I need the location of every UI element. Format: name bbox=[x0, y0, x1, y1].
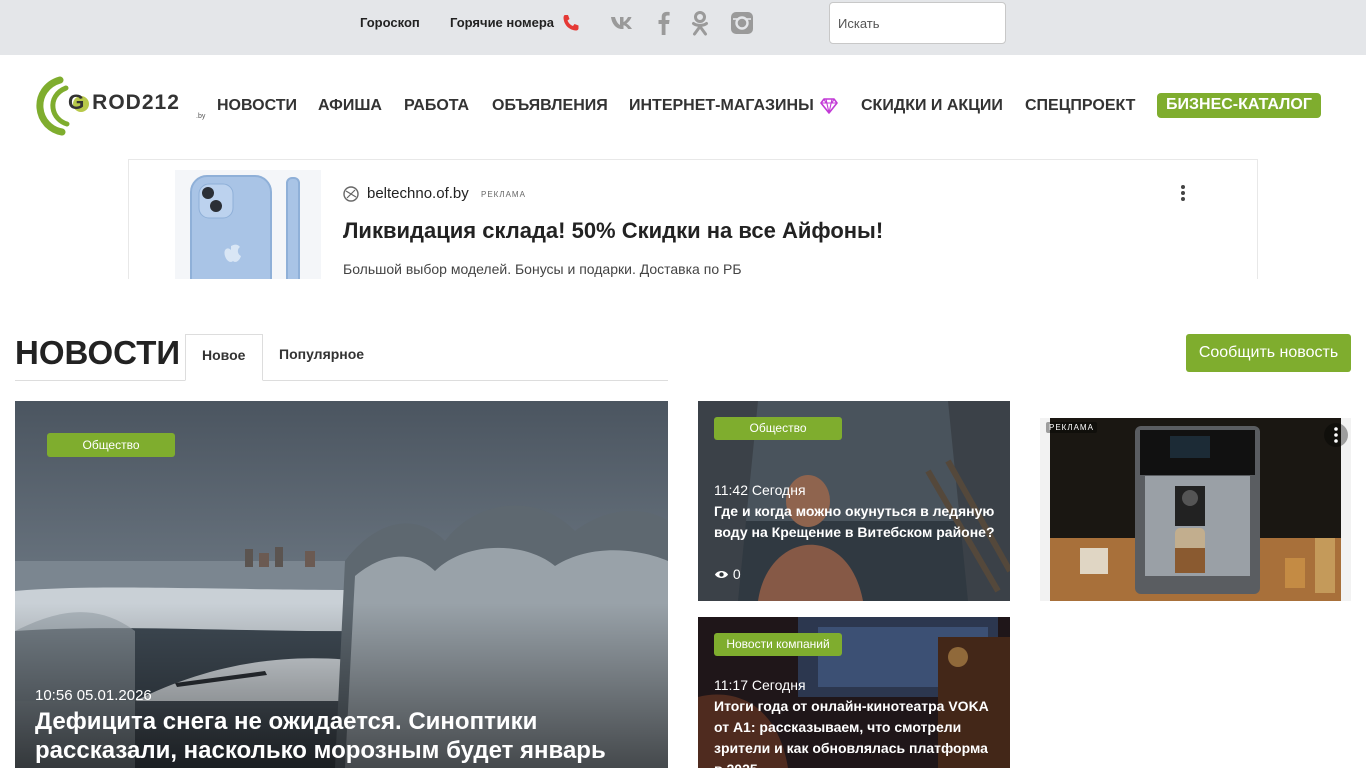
side-article-title[interactable]: Где и когда можно окунуться в ледяную во… bbox=[714, 501, 999, 543]
news-heading: НОВОСТИ bbox=[15, 334, 181, 371]
more-options-icon[interactable] bbox=[1324, 423, 1348, 447]
horoscope-link[interactable]: Гороскоп bbox=[360, 15, 420, 30]
eye-icon bbox=[714, 570, 729, 579]
search-input[interactable] bbox=[829, 2, 1006, 44]
main-article-time: 10:56 05.01.2026 bbox=[35, 687, 152, 704]
views-count: 0 bbox=[732, 566, 741, 582]
main-article-title[interactable]: Дефицита снега не ожидается. Синоптики р… bbox=[35, 707, 655, 765]
right-ad-label: РЕКЛАМА bbox=[1046, 422, 1097, 433]
side-article-time: 11:42 Сегодня bbox=[714, 482, 806, 498]
diamond-icon bbox=[820, 98, 838, 114]
main-article-category[interactable]: Общество bbox=[47, 433, 175, 457]
nav-ads[interactable]: ОБЪЯВЛЕНИЯ bbox=[492, 97, 608, 115]
ad-domain[interactable]: beltechno.of.by bbox=[367, 185, 469, 202]
ad-description: Большой выбор моделей. Бонусы и подарки.… bbox=[343, 261, 742, 277]
right-ad-image[interactable] bbox=[1040, 418, 1351, 601]
ad-label: РЕКЛАМА bbox=[481, 190, 526, 199]
logo-domain: .by bbox=[196, 113, 206, 120]
side-article-card[interactable]: Общество 11:42 Сегодня Где и когда можно… bbox=[698, 401, 1010, 601]
instagram-icon[interactable] bbox=[728, 9, 756, 37]
main-article-card[interactable]: Общество 10:56 05.01.2026 Дефицита снега… bbox=[15, 401, 668, 768]
nav-online-shops[interactable]: ИНТЕРНЕТ-МАГАЗИНЫ bbox=[629, 97, 814, 115]
vk-icon[interactable] bbox=[608, 9, 636, 37]
nav-special-project[interactable]: СПЕЦПРОЕКТ bbox=[1025, 97, 1135, 115]
side-article-category[interactable]: Новости компаний bbox=[714, 633, 842, 656]
side-article-card[interactable]: Новости компаний 11:17 Сегодня Итоги год… bbox=[698, 617, 1010, 768]
nav-afisha[interactable]: АФИША bbox=[318, 97, 382, 115]
side-article-time: 11:17 Сегодня bbox=[714, 677, 806, 693]
ad-product-image[interactable] bbox=[175, 170, 321, 279]
report-news-button[interactable]: Сообщить новость bbox=[1186, 334, 1351, 372]
nav-work[interactable]: РАБОТА bbox=[404, 97, 469, 115]
ad-banner[interactable]: beltechno.of.by РЕКЛАМА Ликвидация склад… bbox=[128, 159, 1258, 279]
facebook-icon[interactable] bbox=[650, 9, 678, 37]
views-counter: 0 bbox=[714, 566, 741, 582]
phone-icon[interactable] bbox=[561, 13, 581, 33]
tab-popular[interactable]: Популярное bbox=[263, 334, 380, 381]
hot-numbers-link[interactable]: Горячие номера bbox=[450, 15, 554, 30]
nav-news[interactable]: НОВОСТИ bbox=[217, 97, 297, 115]
right-ad[interactable]: РЕКЛАМА bbox=[1040, 418, 1351, 601]
top-bar bbox=[0, 0, 1366, 55]
tab-new[interactable]: Новое bbox=[185, 334, 263, 381]
nav-discounts[interactable]: СКИДКИ И АКЦИИ bbox=[861, 97, 1003, 115]
more-options-icon[interactable] bbox=[1175, 182, 1191, 204]
odnoklassniki-icon[interactable] bbox=[686, 9, 714, 37]
logo-text: G ROD212 bbox=[68, 91, 180, 114]
side-article-title[interactable]: Итоги года от онлайн-кинотеатра VOKA от … bbox=[714, 696, 999, 768]
ad-title[interactable]: Ликвидация склада! 50% Скидки на все Айф… bbox=[343, 218, 883, 244]
side-article-category[interactable]: Общество bbox=[714, 417, 842, 440]
globe-icon bbox=[343, 186, 359, 202]
nav-business-catalog[interactable]: БИЗНЕС-КАТАЛОГ bbox=[1157, 93, 1321, 118]
